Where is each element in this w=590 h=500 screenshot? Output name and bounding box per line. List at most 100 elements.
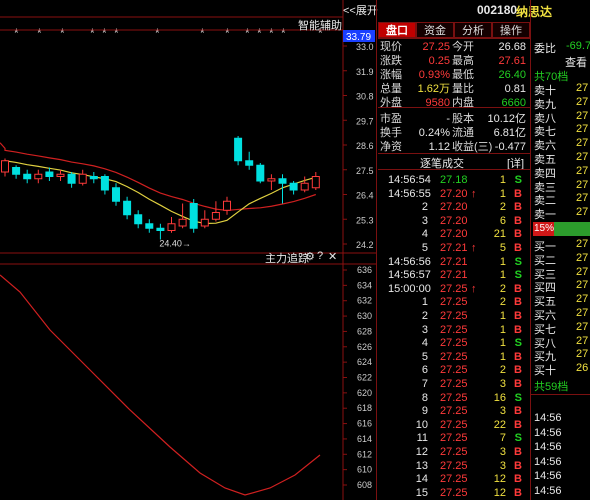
trade-side: S: [514, 337, 522, 350]
trade-price: 27.25: [440, 378, 468, 390]
trade-price: 27.25: [440, 473, 468, 486]
tracker-tick-label: 618: [357, 403, 372, 413]
trade-time: 3: [421, 214, 428, 227]
quote-row: 现价 27.25 今开 26.68: [378, 40, 528, 54]
buy-level-price: 27: [576, 334, 589, 347]
trade-volume: 1: [499, 310, 506, 322]
tab-pankou[interactable]: 盘口: [378, 22, 416, 38]
tracker-tick-label: 626: [357, 342, 372, 352]
price-tick-label: 26.4: [356, 191, 374, 201]
tracker-close-icon[interactable]: ✕: [328, 250, 337, 263]
book-view-button[interactable]: 查看: [565, 54, 587, 70]
trade-side: S: [514, 432, 522, 445]
star-marker: *: [90, 26, 95, 40]
quote-label: 股本: [452, 113, 474, 125]
tracker-settings-icon[interactable]: ⚙: [305, 250, 315, 263]
trade-volume: 5: [499, 242, 506, 254]
price-tick-label: 30.8: [356, 92, 374, 102]
trade-price: 27.20: [440, 187, 468, 200]
trade-row: 3 27.25 1 B: [380, 323, 528, 337]
buy-level-price: 27: [576, 279, 589, 292]
quote-tab-bar: 盘口 资金 分析 操作: [378, 22, 530, 38]
quote-value: 26.68: [498, 41, 526, 53]
trade-row: 14:56:54 27.18 1 S: [380, 173, 528, 187]
candle-body: [300, 182, 309, 191]
trade-side: B: [514, 473, 522, 486]
trade-row: 2 27.20 2 B: [380, 200, 528, 214]
trade-row: 14:56:55 27.20 ↑ 1 B: [380, 187, 528, 201]
low-price-annotation: 24.40→: [159, 239, 191, 249]
trade-time: 2: [421, 201, 428, 214]
trade-side: B: [514, 228, 522, 241]
sell-level-price: 27: [576, 192, 589, 205]
trade-row: 11 27.25 7 S: [380, 431, 528, 445]
trade-side: B: [514, 405, 522, 418]
trade-price: 27.25: [440, 350, 468, 363]
trade-side: B: [514, 323, 522, 336]
trade-price: 27.20: [440, 201, 468, 214]
panel-divider: [376, 0, 377, 500]
trade-volume: 1: [499, 187, 506, 200]
candle-body: [289, 182, 298, 191]
star-marker: *: [269, 26, 274, 40]
star-marker: *: [245, 26, 250, 40]
quote-value: 0.25: [428, 55, 450, 67]
star-marker: *: [37, 26, 42, 40]
trade-side: B: [514, 242, 522, 254]
trade-arrow: ↑: [471, 187, 477, 200]
tab-caozuo[interactable]: 操作: [492, 22, 530, 38]
trade-side: B: [514, 364, 522, 377]
trade-volume: 3: [499, 378, 506, 390]
trade-volume: 3: [499, 446, 506, 458]
tracker-tick-label: 632: [357, 296, 372, 306]
tracker-tick-label: 624: [357, 357, 372, 367]
trade-price: 27.25: [440, 323, 468, 336]
star-marker: *: [102, 26, 107, 40]
quote-label: 最低: [452, 69, 474, 81]
tracker-tick-label: 610: [357, 465, 372, 475]
tab-zijin[interactable]: 资金: [416, 22, 454, 38]
buy-level-price: 27: [576, 251, 589, 264]
trade-time: 9: [421, 405, 428, 418]
star-marker: *: [200, 26, 205, 40]
sell-level-price: 27: [576, 82, 589, 94]
expand-button[interactable]: <<展开: [343, 2, 378, 18]
sell-level-price: 27: [576, 206, 589, 219]
sell-level-price: 27: [576, 123, 589, 136]
candle-body: [256, 164, 265, 182]
candle-body: [200, 218, 209, 227]
trade-row: 15 27.25 12 B: [380, 486, 528, 500]
candle-body: [34, 173, 43, 180]
trade-time: 14:56:55: [388, 187, 431, 200]
candle-body: [89, 176, 98, 180]
tracker-help-icon[interactable]: ?: [317, 250, 323, 262]
trade-row: 9 27.25 3 B: [380, 404, 528, 418]
trade-time: 4: [421, 228, 428, 241]
book-divider-line: [531, 394, 590, 395]
candle-body: [78, 173, 87, 184]
candle-body: [267, 178, 276, 182]
quote-value: 6.81亿: [493, 127, 526, 139]
trade-side: S: [514, 391, 522, 404]
quote-row: 涨幅 0.93% 最低 26.40: [378, 68, 528, 82]
trade-side: S: [514, 174, 522, 186]
candle-body: [56, 173, 65, 177]
buy-level-price: 27: [576, 320, 589, 333]
tab-fenxi[interactable]: 分析: [454, 22, 492, 38]
book-trade-time: 14:56: [534, 485, 562, 497]
trade-row: 14:56:56 27.21 1 S: [380, 255, 528, 269]
stock-code: 002180: [477, 3, 518, 17]
candle-body: [189, 203, 198, 229]
trade-price: 27.18: [440, 174, 468, 186]
trade-time: 4: [421, 337, 428, 350]
quote-row: 净资 1.12 收益(三) -0.477: [378, 140, 528, 154]
tracker-tick-label: 628: [357, 326, 372, 336]
trade-volume: 1: [499, 323, 506, 336]
trade-row: 4 27.20 21 B: [380, 227, 528, 241]
smart-assist-button[interactable]: 智能辅助: [298, 17, 342, 33]
star-marker: *: [257, 26, 262, 40]
quote-value: 1.62万: [417, 83, 450, 95]
trade-time: 3: [421, 323, 428, 336]
trade-price: 27.25: [440, 486, 468, 499]
trade-volume: 12: [493, 473, 506, 486]
